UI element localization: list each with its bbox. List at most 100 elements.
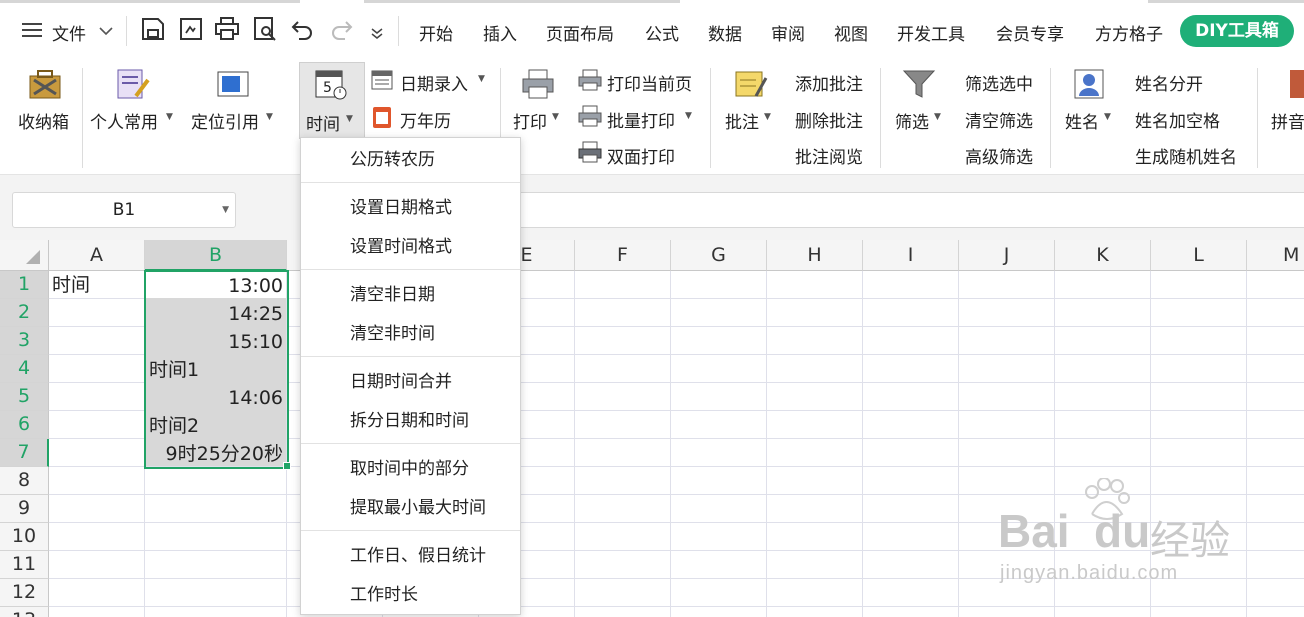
delete-comment-button[interactable]: 删除批注 xyxy=(795,107,863,132)
caret-down-icon[interactable]: ▼ xyxy=(934,112,941,122)
batch-print-icon[interactable] xyxy=(578,105,602,127)
locate-reference-icon[interactable] xyxy=(216,68,250,104)
hamburger-icon[interactable] xyxy=(22,22,42,42)
column-header-b[interactable]: B xyxy=(145,240,287,271)
add-comment-button[interactable]: 添加批注 xyxy=(795,70,863,95)
print-current-page-icon[interactable] xyxy=(578,69,602,91)
advanced-filter-button[interactable]: 高级筛选 xyxy=(965,143,1033,168)
name-add-space-button[interactable]: 姓名加空格 xyxy=(1135,107,1220,132)
name-button[interactable]: 姓名 xyxy=(1065,108,1099,133)
printer-icon[interactable] xyxy=(521,68,555,104)
print-preview-icon[interactable] xyxy=(252,16,278,42)
column-header-k[interactable]: K xyxy=(1055,240,1151,271)
filter-selected-button[interactable]: 筛选选中 xyxy=(965,70,1033,95)
duplex-print-button[interactable]: 双面打印 xyxy=(607,143,675,168)
formula-input[interactable] xyxy=(480,192,1304,228)
row-header-1[interactable]: 1 xyxy=(0,271,49,299)
caret-down-icon[interactable]: ▼ xyxy=(222,193,229,227)
locate-reference-button[interactable]: 定位引用 xyxy=(191,108,259,133)
row-header-12[interactable]: 12 xyxy=(0,579,49,607)
comment-button[interactable]: 批注 xyxy=(725,108,759,133)
batch-print-button[interactable]: 批量打印 xyxy=(607,107,675,132)
row-header-13[interactable]: 13 xyxy=(0,607,49,617)
tab-page-layout[interactable]: 页面布局 xyxy=(546,20,614,45)
menu-item-solar-to-lunar[interactable]: 公历转农历 xyxy=(301,142,520,178)
caret-down-icon[interactable]: ▼ xyxy=(166,112,173,122)
caret-down-icon[interactable]: ▼ xyxy=(1104,112,1111,122)
chevron-down-icon[interactable] xyxy=(98,22,114,41)
name-card-icon[interactable] xyxy=(1073,68,1107,104)
menu-item-workday-holiday-stats[interactable]: 工作日、假日统计 xyxy=(301,538,520,574)
date-entry-button[interactable]: 日期录入 xyxy=(400,70,468,95)
print-icon[interactable] xyxy=(214,16,240,42)
column-header-j[interactable]: J xyxy=(959,240,1055,271)
fill-handle[interactable] xyxy=(283,462,291,470)
pinyin-button[interactable]: 拼音 xyxy=(1271,108,1304,133)
caret-down-icon[interactable]: ▼ xyxy=(478,74,485,84)
personal-favorites-button[interactable]: 个人常用 xyxy=(90,108,158,133)
export-pdf-icon[interactable] xyxy=(178,16,204,42)
duplex-print-icon[interactable] xyxy=(578,141,602,163)
file-menu[interactable]: 文件 xyxy=(52,20,86,45)
undo-icon[interactable] xyxy=(290,16,316,42)
cell-b5[interactable]: 14:06 xyxy=(146,384,283,412)
tab-diy-toolbox[interactable]: DIY工具箱 xyxy=(1180,15,1294,47)
menu-item-merge-date-time[interactable]: 日期时间合并 xyxy=(301,364,520,400)
time-button[interactable]: 时间 xyxy=(306,110,340,135)
toolbox-icon[interactable] xyxy=(28,68,62,104)
column-header-l[interactable]: L xyxy=(1151,240,1247,271)
row-header-4[interactable]: 4 xyxy=(0,355,49,383)
cell-b6[interactable]: 时间2 xyxy=(149,412,199,440)
tab-data[interactable]: 数据 xyxy=(708,20,742,45)
cell-b4[interactable]: 时间1 xyxy=(149,356,199,384)
caret-down-icon[interactable]: ▼ xyxy=(685,111,692,121)
cell-b1[interactable]: 13:00 xyxy=(146,272,283,300)
comment-icon[interactable] xyxy=(734,68,768,104)
perpetual-calendar-button[interactable]: 万年历 xyxy=(400,107,451,132)
caret-down-icon[interactable]: ▼ xyxy=(552,112,559,122)
menu-item-set-date-format[interactable]: 设置日期格式 xyxy=(301,190,520,226)
row-header-7[interactable]: 7 xyxy=(0,439,49,467)
row-header-5[interactable]: 5 xyxy=(0,383,49,411)
cell-b7[interactable]: 9时25分20秒 xyxy=(146,440,283,468)
cell-b3[interactable]: 15:10 xyxy=(146,328,283,356)
menu-item-clear-non-date[interactable]: 清空非日期 xyxy=(301,277,520,313)
perpetual-calendar-icon[interactable] xyxy=(371,105,393,128)
row-header-3[interactable]: 3 xyxy=(0,327,49,355)
caret-down-icon[interactable]: ▼ xyxy=(346,114,353,124)
column-header-g[interactable]: G xyxy=(671,240,767,271)
customize-toolbar-icon[interactable] xyxy=(370,24,384,43)
column-header-f[interactable]: F xyxy=(575,240,671,271)
menu-item-split-date-time[interactable]: 拆分日期和时间 xyxy=(301,403,520,439)
tab-home[interactable]: 开始 xyxy=(419,20,453,45)
tab-formulas[interactable]: 公式 xyxy=(645,20,679,45)
redo-icon[interactable] xyxy=(328,16,354,42)
column-header-i[interactable]: I xyxy=(863,240,959,271)
cell-b2[interactable]: 14:25 xyxy=(146,300,283,328)
tab-insert[interactable]: 插入 xyxy=(483,20,517,45)
menu-item-clear-non-time[interactable]: 清空非时间 xyxy=(301,316,520,352)
menu-item-extract-time-part[interactable]: 取时间中的部分 xyxy=(301,451,520,487)
cell-a1[interactable]: 时间 xyxy=(52,271,90,299)
split-name-button[interactable]: 姓名分开 xyxy=(1135,70,1203,95)
column-header-a[interactable]: A xyxy=(49,240,145,271)
menu-item-extract-min-max-time[interactable]: 提取最小最大时间 xyxy=(301,490,520,526)
row-header-11[interactable]: 11 xyxy=(0,551,49,579)
storage-button[interactable]: 收纳箱 xyxy=(18,108,69,133)
save-icon[interactable] xyxy=(140,16,166,42)
tab-review[interactable]: 审阅 xyxy=(771,20,805,45)
column-header-h[interactable]: H xyxy=(767,240,863,271)
column-header-m[interactable]: M xyxy=(1247,240,1304,271)
filter-button[interactable]: 筛选 xyxy=(895,108,929,133)
menu-item-work-duration[interactable]: 工作时长 xyxy=(301,577,520,613)
date-entry-icon[interactable] xyxy=(371,69,393,91)
pinyin-icon[interactable] xyxy=(1290,68,1304,104)
tab-member[interactable]: 会员专享 xyxy=(996,20,1064,45)
row-header-9[interactable]: 9 xyxy=(0,495,49,523)
filter-funnel-icon[interactable] xyxy=(902,68,936,104)
clear-filter-button[interactable]: 清空筛选 xyxy=(965,107,1033,132)
print-button[interactable]: 打印 xyxy=(513,108,547,133)
caret-down-icon[interactable]: ▼ xyxy=(266,112,273,122)
row-header-10[interactable]: 10 xyxy=(0,523,49,551)
row-header-2[interactable]: 2 xyxy=(0,299,49,327)
